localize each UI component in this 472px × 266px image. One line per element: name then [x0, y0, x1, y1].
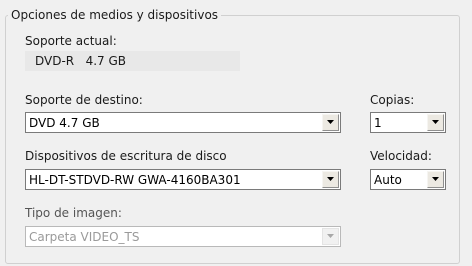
group-title: Opciones de medios y dispositivos — [8, 8, 222, 22]
copies-select[interactable]: 1 — [370, 112, 446, 133]
target-media-select[interactable]: DVD 4.7 GB — [25, 112, 341, 133]
copies-label: Copias: — [370, 93, 415, 107]
current-media-value: DVD-R 4.7 GB — [35, 54, 127, 68]
chevron-down-icon — [327, 177, 334, 181]
target-media-value: DVD 4.7 GB — [29, 116, 100, 130]
writer-device-select[interactable]: HL-DT-STDVD-RW GWA-4160BA301 — [25, 169, 341, 190]
writer-device-dropdown-button[interactable] — [322, 171, 339, 188]
current-media-label: Soporte actual: — [25, 34, 117, 48]
current-media-display: DVD-R 4.7 GB — [25, 51, 240, 71]
speed-select[interactable]: Auto — [370, 169, 446, 190]
image-type-label: Tipo de imagen: — [25, 206, 122, 220]
image-type-select: Carpeta VIDEO_TS — [25, 226, 341, 247]
writer-devices-label: Dispositivos de escritura de disco — [25, 149, 227, 163]
image-type-dropdown-button — [322, 228, 339, 245]
speed-dropdown-button[interactable] — [427, 171, 444, 188]
target-media-label: Soporte de destino: — [25, 93, 143, 107]
chevron-down-icon — [432, 120, 439, 124]
copies-value: 1 — [374, 116, 382, 130]
speed-value: Auto — [374, 173, 402, 187]
writer-device-value: HL-DT-STDVD-RW GWA-4160BA301 — [29, 173, 241, 187]
chevron-down-icon — [432, 177, 439, 181]
copies-dropdown-button[interactable] — [427, 114, 444, 131]
target-media-dropdown-button[interactable] — [322, 114, 339, 131]
chevron-down-icon — [327, 234, 334, 238]
speed-label: Velocidad: — [370, 149, 432, 163]
chevron-down-icon — [327, 120, 334, 124]
image-type-value: Carpeta VIDEO_TS — [29, 230, 140, 244]
